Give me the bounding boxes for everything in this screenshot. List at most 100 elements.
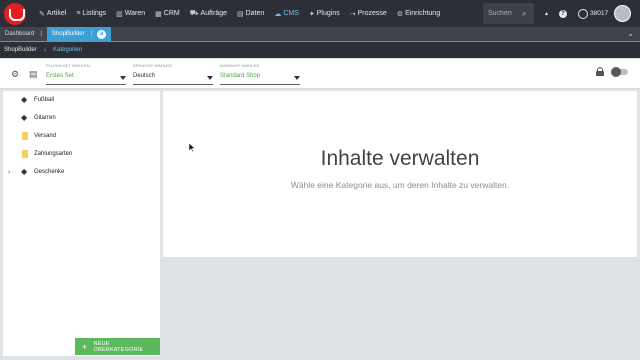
nav-item-label: Aufträge: [200, 10, 227, 17]
nav-item-listings[interactable]: ≡ Listings: [71, 0, 111, 27]
notifications-button[interactable]: ▴: [545, 10, 548, 17]
nav-item-prozesse[interactable]: ⇢ Prozesse: [345, 0, 392, 27]
search-icon[interactable]: ⌕: [522, 9, 526, 19]
filter-toolbar: ⚙ ▤ PLUGIN-SET WÄHLEN Erstes Set SPRACHE…: [0, 59, 640, 89]
tag-icon: ◆: [21, 95, 28, 104]
add-top-category-button[interactable]: + NEUE OBERKATEGORIE: [75, 338, 160, 355]
category-label: Fußball: [34, 97, 55, 103]
select-label: MANDANT WÄHLEN: [220, 63, 260, 68]
nav-item-auftraege[interactable]: ⛟ Aufträge: [185, 0, 232, 27]
category-label: Zahlungsarten: [34, 151, 73, 157]
avatar[interactable]: [614, 5, 631, 22]
search-input[interactable]: [488, 10, 522, 17]
tab-separator: |: [40, 31, 42, 37]
select-label: SPRACHE WÄHLEN: [133, 63, 172, 68]
settings-icon[interactable]: ⚙: [11, 69, 19, 80]
category-label: Versand: [34, 133, 57, 139]
lock-icon[interactable]: [596, 67, 604, 76]
cart-icon: ⛟: [189, 10, 199, 17]
nav-item-einrichtung[interactable]: ⚙ Einrichtung: [392, 0, 445, 27]
process-icon: ⇢: [349, 10, 356, 18]
shopbuilder-app: ✎ Artikel ≡ Listings ▥ Waren ▦ CRM ⛟ Aufträge…: [0, 0, 640, 360]
plugin-set-select[interactable]: PLUGIN-SET WÄHLEN Erstes Set: [46, 63, 126, 85]
puzzle-icon: ✦: [308, 10, 315, 18]
contacts-icon: ▦: [155, 10, 162, 18]
nav-item-label: Plugins: [316, 10, 340, 17]
category-label: Geschenke: [34, 169, 65, 175]
tag-icon: ◆: [21, 113, 28, 122]
category-label: Gitarren: [34, 115, 56, 121]
nav-item-label: CRM: [163, 10, 180, 17]
caret-down-icon: [207, 76, 213, 80]
top-right-actions: ▴ ? 38017: [545, 0, 619, 27]
nav-item-label: Waren: [124, 10, 146, 17]
caret-down-icon: [294, 76, 300, 80]
caret-down-icon: [120, 76, 126, 80]
catalog-icon[interactable]: ▤: [29, 69, 38, 80]
tab-separator: |: [90, 31, 93, 37]
category-item-gitarren[interactable]: ◆ Gitarren: [3, 112, 160, 124]
gear-icon: ⚙: [396, 10, 404, 18]
user-id: 38017: [590, 10, 609, 17]
folder-icon: [22, 132, 28, 140]
tab-bar: Dashboard | ShopBuilder | × ⌄: [0, 27, 640, 41]
client-select[interactable]: MANDANT WÄHLEN Standard Shop: [220, 63, 300, 85]
toggle-knob: [611, 67, 621, 77]
category-item-geschenke[interactable]: › ◆ Geschenke: [3, 166, 160, 178]
nav-item-label: Einrichtung: [405, 10, 441, 17]
pencil-icon: ✎: [39, 10, 45, 18]
content-panel: Inhalte verwalten Wähle eine Kategorie a…: [163, 91, 637, 257]
nav-item-artikel[interactable]: ✎ Artikel: [34, 0, 71, 27]
chevron-right-icon[interactable]: ›: [8, 169, 10, 176]
nav-item-label: CMS: [283, 10, 299, 17]
search-box: ⌕: [483, 3, 534, 24]
category-item-fussball[interactable]: ◆ Fußball: [3, 94, 160, 106]
folder-icon: [22, 150, 28, 158]
nav-item-label: Prozesse: [357, 10, 387, 17]
bell-icon: ▴: [545, 11, 549, 17]
help-icon: ?: [559, 9, 568, 18]
tag-icon: ◆: [21, 167, 28, 176]
close-icon[interactable]: ×: [97, 29, 107, 39]
select-value: Standard Shop: [220, 73, 261, 79]
tab-shopbuilder[interactable]: ShopBuilder | ×: [46, 27, 112, 41]
logo-icon: [4, 2, 26, 25]
nav-item-plugins[interactable]: ✦ Plugins: [304, 0, 345, 27]
nav-item-label: Artikel: [46, 10, 67, 17]
data-icon: ▤: [237, 10, 244, 18]
nav-item-cms[interactable]: ☁ CMS: [269, 0, 304, 27]
cloud-icon: ☁: [274, 10, 282, 18]
user-menu[interactable]: 38017: [578, 8, 609, 19]
nav-item-label: Listings: [82, 10, 107, 17]
select-value: Deutsch: [133, 73, 156, 79]
chevron-down-icon[interactable]: ⌄: [627, 29, 634, 38]
add-top-category-label: NEUE OBERKATEGORIE: [93, 340, 144, 353]
breadcrumb: ShopBuilder › Kategorien: [0, 41, 640, 58]
breadcrumb-item-kategorien[interactable]: Kategorien: [53, 47, 82, 53]
tab-label: Dashboard: [5, 31, 35, 37]
help-button[interactable]: ?: [559, 9, 568, 18]
plus-icon: +: [82, 341, 88, 352]
nav-item-crm[interactable]: ▦ CRM: [150, 0, 185, 27]
main-menu: ✎ Artikel ≡ Listings ▥ Waren ▦ CRM ⛟ Aufträge…: [34, 0, 445, 27]
select-label: PLUGIN-SET WÄHLEN: [46, 63, 90, 68]
tab-dashboard[interactable]: Dashboard |: [0, 27, 47, 41]
page-subtitle: Wähle eine Kategorie aus, um deren Inhal…: [290, 180, 510, 190]
user-icon: [578, 8, 589, 19]
category-item-zahlungsarten[interactable]: Zahlungsarten: [3, 148, 160, 160]
warehouse-icon: ▥: [116, 10, 123, 18]
select-value: Erstes Set: [46, 73, 74, 79]
page-title: Inhalte verwalten: [320, 147, 480, 170]
chevron-right-icon: ›: [43, 46, 47, 54]
nav-item-daten[interactable]: ▤ Daten: [232, 0, 269, 27]
category-item-versand[interactable]: Versand: [3, 130, 160, 142]
tab-label: ShopBuilder: [51, 31, 85, 37]
plentymarkets-logo[interactable]: [0, 0, 30, 27]
breadcrumb-item-shopbuilder[interactable]: ShopBuilder: [4, 47, 37, 53]
language-select[interactable]: SPRACHE WÄHLEN Deutsch: [133, 63, 213, 85]
list-icon: ≡: [76, 10, 81, 17]
category-tree: ◆ Fußball ◆ Gitarren Versand Zahlungsart…: [3, 91, 160, 356]
nav-item-waren[interactable]: ▥ Waren: [111, 0, 150, 27]
edit-mode-toggle[interactable]: [611, 67, 628, 77]
mouse-cursor-icon: [189, 143, 196, 153]
